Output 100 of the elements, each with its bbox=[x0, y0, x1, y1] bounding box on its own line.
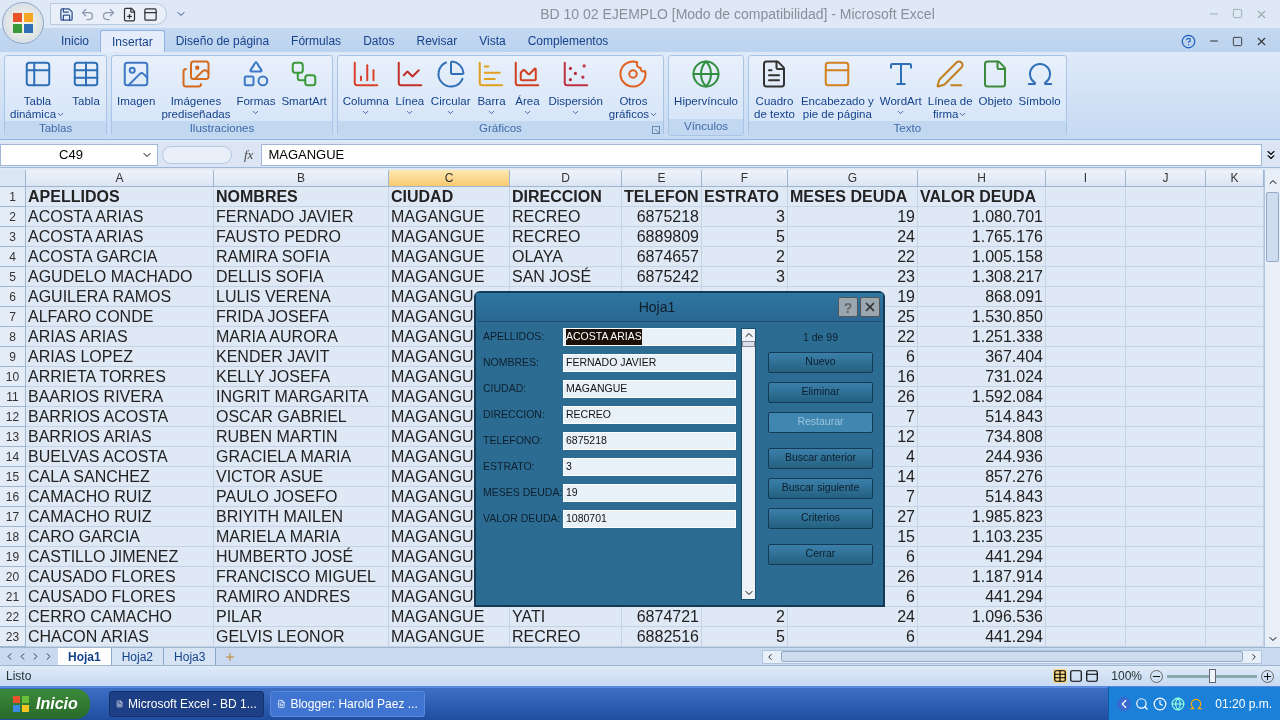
row-number[interactable]: 7 bbox=[0, 307, 26, 327]
row-number[interactable]: 3 bbox=[0, 227, 26, 247]
zoom-slider-thumb[interactable] bbox=[1209, 669, 1216, 683]
ribbon-button[interactable]: Línea bbox=[391, 59, 428, 121]
table-cell: 5 bbox=[702, 627, 788, 647]
column-header[interactable]: G bbox=[788, 170, 918, 187]
name-box[interactable]: C49 bbox=[0, 143, 158, 166]
select-all-corner[interactable] bbox=[0, 170, 26, 187]
formula-field[interactable]: MAGANGUE bbox=[261, 143, 1262, 166]
ribbon-button[interactable]: Imagen bbox=[114, 59, 159, 121]
ribbon-button[interactable]: Símbolo bbox=[1015, 59, 1064, 121]
start-button[interactable]: Inicio bbox=[0, 689, 90, 719]
ribbon-button[interactable]: WordArt bbox=[876, 59, 925, 121]
taskbar-button[interactable]: Blogger: Harold Paez ... bbox=[269, 691, 425, 717]
ribbon-tab[interactable]: Inicio bbox=[50, 30, 100, 52]
row-number[interactable]: 6 bbox=[0, 287, 26, 307]
ribbon-tab[interactable]: Vista bbox=[468, 30, 517, 52]
ribbon-tab[interactable]: Datos bbox=[352, 30, 406, 52]
text-field[interactable]: 19 bbox=[563, 484, 736, 502]
column-header[interactable]: D bbox=[510, 170, 622, 187]
column-header[interactable]: F bbox=[702, 170, 788, 187]
function-button[interactable]: fx bbox=[236, 144, 262, 165]
ribbon-button[interactable]: Dispersión bbox=[545, 59, 606, 121]
ribbon-button[interactable]: Barra bbox=[473, 59, 510, 121]
table-cell bbox=[1206, 547, 1264, 567]
ribbon-button[interactable]: SmartArt bbox=[278, 59, 330, 121]
row-number[interactable]: 11 bbox=[0, 387, 26, 407]
horizontal-scrollbar[interactable] bbox=[762, 649, 1262, 664]
ribbon-tab[interactable]: Fórmulas bbox=[280, 30, 353, 52]
vertical-scrollbar[interactable] bbox=[1264, 170, 1280, 647]
ribbon-tab[interactable]: Revisar bbox=[405, 30, 469, 52]
row-number[interactable]: 9 bbox=[0, 347, 26, 367]
row-number[interactable]: 12 bbox=[0, 407, 26, 427]
table-cell: BRIYITH MAILEN bbox=[214, 507, 389, 527]
row-number[interactable]: 10 bbox=[0, 367, 26, 387]
row-number[interactable]: 4 bbox=[0, 247, 26, 267]
table-cell: MAGANGUE bbox=[389, 207, 510, 227]
ribbon-button[interactable]: Hipervínculo bbox=[671, 59, 741, 119]
taskbar-button[interactable]: Microsoft Excel - BD 1... bbox=[108, 691, 264, 717]
column-header[interactable]: I bbox=[1046, 170, 1126, 187]
row-number[interactable]: 21 bbox=[0, 587, 26, 607]
table-cell: 22 bbox=[788, 247, 918, 267]
text-field[interactable]: MAGANGUE bbox=[563, 380, 736, 398]
row-number[interactable]: 15 bbox=[0, 467, 26, 487]
column-header[interactable]: C bbox=[389, 170, 510, 187]
row-number[interactable]: 22 bbox=[0, 607, 26, 627]
text-field[interactable]: 3 bbox=[563, 458, 736, 476]
row-number[interactable]: 18 bbox=[0, 527, 26, 547]
scroll-thumb[interactable] bbox=[742, 341, 755, 347]
column-header[interactable]: J bbox=[1126, 170, 1206, 187]
column-header[interactable]: A bbox=[26, 170, 214, 187]
clock-icon bbox=[1153, 697, 1168, 711]
column-header[interactable]: E bbox=[622, 170, 702, 187]
ribbon-button[interactable]: Formas bbox=[233, 59, 279, 121]
ribbon-button[interactable]: Tabla dinámica bbox=[7, 59, 69, 121]
text-field[interactable]: ACOSTA ARIAS bbox=[563, 328, 736, 346]
row-number[interactable]: 1 bbox=[0, 187, 26, 207]
ribbon-button[interactable]: Encabezado y pie de página bbox=[797, 59, 877, 121]
ribbon-button[interactable]: Tabla bbox=[68, 59, 105, 121]
scroll-thumb[interactable] bbox=[1266, 192, 1279, 262]
ribbon-button[interactable]: Columna bbox=[339, 59, 392, 121]
ribbon-button[interactable]: Cuadro de texto bbox=[751, 59, 798, 121]
close-button[interactable] bbox=[860, 297, 880, 317]
ribbon-tab[interactable]: Complementos bbox=[516, 30, 620, 52]
row-number[interactable]: 16 bbox=[0, 487, 26, 507]
row-number[interactable]: 5 bbox=[0, 267, 26, 287]
row-number[interactable]: 20 bbox=[0, 567, 26, 587]
resize-handle[interactable] bbox=[162, 145, 232, 164]
sheet-tab[interactable]: Hoja1 bbox=[58, 648, 112, 665]
row-number[interactable]: 23 bbox=[0, 627, 26, 647]
table-cell: BARRIOS ARIAS bbox=[26, 427, 214, 447]
table-cell: 1.187.914 bbox=[918, 567, 1046, 587]
ribbon-button[interactable]: Circular bbox=[427, 59, 474, 121]
office-button[interactable] bbox=[2, 2, 44, 44]
text-field[interactable]: FERNADO JAVIER bbox=[563, 354, 736, 372]
text-field[interactable]: RECREO bbox=[563, 406, 736, 424]
row-number[interactable]: 14 bbox=[0, 447, 26, 467]
text-field[interactable]: 1080701 bbox=[563, 510, 736, 528]
column-header[interactable]: K bbox=[1206, 170, 1264, 187]
scroll-thumb[interactable] bbox=[781, 651, 1243, 662]
row-number[interactable]: 19 bbox=[0, 547, 26, 567]
record-scrollbar[interactable] bbox=[741, 328, 756, 600]
row-number[interactable]: 17 bbox=[0, 507, 26, 527]
ribbon-tab[interactable]: Insertar bbox=[100, 30, 165, 52]
column-header[interactable]: H bbox=[918, 170, 1046, 187]
zoom-level[interactable]: 100% bbox=[1111, 667, 1142, 685]
ribbon-button[interactable]: Objeto bbox=[975, 59, 1016, 121]
row-number[interactable]: 13 bbox=[0, 427, 26, 447]
group-label: Texto bbox=[893, 121, 922, 137]
text-field[interactable]: 6875218 bbox=[563, 432, 736, 450]
ribbon-button[interactable]: Área bbox=[509, 59, 546, 121]
sheet-tab[interactable]: Hoja2 bbox=[111, 648, 165, 665]
row-number[interactable]: 8 bbox=[0, 327, 26, 347]
column-header[interactable]: B bbox=[214, 170, 389, 187]
ribbon-tab[interactable]: Diseño de página bbox=[164, 30, 281, 52]
sheet-tab[interactable]: Hoja3 bbox=[164, 648, 217, 665]
ribbon-button[interactable]: Imágenes prediseñadas bbox=[158, 59, 234, 121]
row-number[interactable]: 2 bbox=[0, 207, 26, 227]
ribbon-button[interactable]: Línea de firma bbox=[924, 59, 976, 121]
ribbon-button[interactable]: Otros gráficos bbox=[605, 59, 662, 121]
